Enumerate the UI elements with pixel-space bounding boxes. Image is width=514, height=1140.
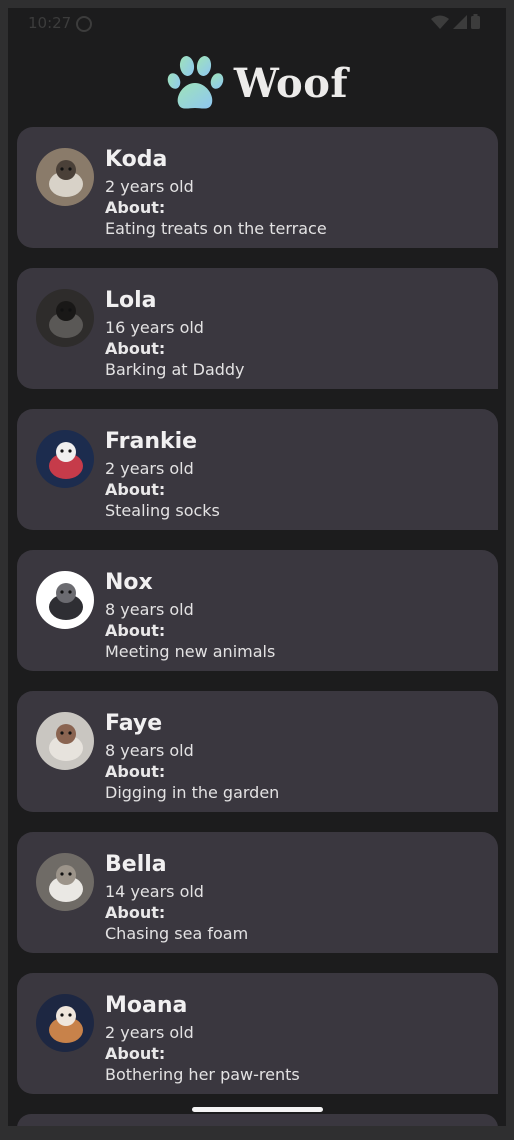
dog-age: 14 years old [105, 882, 204, 901]
dog-age: 16 years old [105, 318, 204, 337]
dog-card[interactable]: Faye 8 years old About: Digging in the gard… [17, 691, 498, 812]
about-label: About: [105, 198, 166, 217]
dog-hobby: Barking at Daddy [105, 360, 245, 379]
dog-card[interactable]: Moana 2 years old About: Bothering her paw-… [17, 973, 498, 1094]
app-title: Woof [233, 59, 349, 107]
dog-name: Faye [105, 711, 163, 736]
dog-name: Frankie [105, 429, 198, 454]
status-time: 10:27 [28, 14, 72, 32]
dog-avatar [36, 853, 94, 911]
dog-name: Nox [105, 570, 153, 595]
dog-avatar [36, 430, 94, 488]
dog-age: 2 years old [105, 177, 194, 196]
about-label: About: [105, 339, 166, 358]
status-icons [431, 14, 480, 29]
dog-age: 2 years old [105, 459, 194, 478]
dog-avatar [36, 289, 94, 347]
dog-card[interactable]: Lola 16 years old About: Barking at Daddy [17, 268, 498, 389]
do-not-disturb-icon [76, 16, 92, 32]
battery-icon [471, 14, 480, 29]
app-header: Woof [8, 40, 506, 126]
app-screen: 10:27 Woof Koda 2 years old About: Eatin… [8, 8, 506, 1126]
wifi-icon [431, 15, 449, 29]
dog-avatar [36, 712, 94, 770]
dog-age: 2 years old [105, 1023, 194, 1042]
signal-icon [453, 14, 467, 29]
dog-hobby: Bothering her paw-rents [105, 1065, 300, 1084]
dog-name: Koda [105, 147, 168, 172]
paw-logo-icon [167, 56, 224, 109]
dog-hobby: Stealing socks [105, 501, 220, 520]
status-bar: 10:27 [8, 8, 506, 40]
dog-avatar [36, 571, 94, 629]
dog-card[interactable]: Koda 2 years old About: Eating treats on th… [17, 127, 498, 248]
home-indicator[interactable] [192, 1107, 323, 1112]
about-label: About: [105, 762, 166, 781]
dog-hobby: Chasing sea foam [105, 924, 249, 943]
dog-card[interactable]: Frankie 2 years old About: Stealing socks [17, 409, 498, 530]
dog-age: 8 years old [105, 600, 194, 619]
dog-avatar [36, 148, 94, 206]
about-label: About: [105, 480, 166, 499]
dog-age: 8 years old [105, 741, 194, 760]
dog-hobby: Eating treats on the terrace [105, 219, 327, 238]
about-label: About: [105, 621, 166, 640]
dog-avatar [36, 994, 94, 1052]
dog-name: Moana [105, 993, 188, 1018]
dog-card[interactable]: Bella 14 years old About: Chasing sea foam [17, 832, 498, 953]
dog-name: Bella [105, 852, 167, 877]
dog-card[interactable] [17, 1114, 498, 1126]
dog-hobby: Digging in the garden [105, 783, 280, 802]
dog-name: Lola [105, 288, 157, 313]
dog-hobby: Meeting new animals [105, 642, 276, 661]
about-label: About: [105, 903, 166, 922]
about-label: About: [105, 1044, 166, 1063]
dog-card[interactable]: Nox 8 years old About: Meeting new animals [17, 550, 498, 671]
dog-list: Koda 2 years old About: Eating treats on th… [17, 127, 498, 1114]
